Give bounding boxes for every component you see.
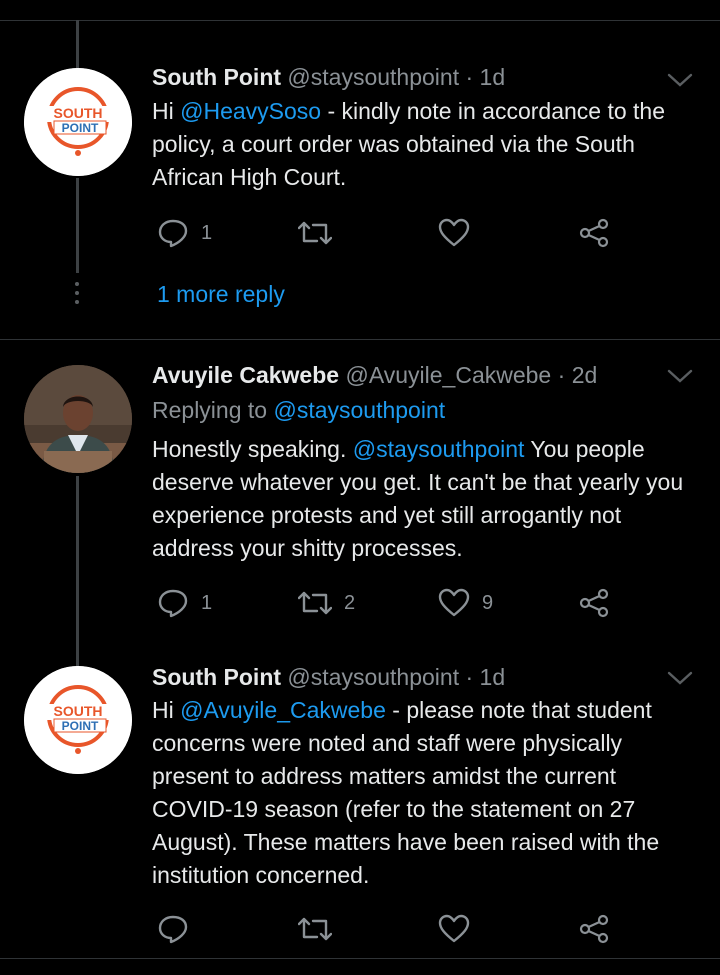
- share-button[interactable]: [578, 218, 610, 248]
- retweet-icon: [298, 591, 332, 615]
- timestamp[interactable]: 1d: [480, 64, 506, 90]
- replying-to-link[interactable]: @staysouthpoint: [273, 397, 445, 423]
- reply-button[interactable]: 1: [157, 588, 212, 618]
- tweet-text: Hi @Avuyile_Cakwebe - please note that s…: [152, 694, 700, 892]
- tweet-header: South Point @staysouthpoint · 1d: [152, 662, 505, 692]
- reply-icon: [158, 219, 188, 248]
- retweet-button[interactable]: [298, 915, 344, 943]
- tweet-header: South Point @staysouthpoint · 1d: [152, 62, 505, 92]
- logo-text-bottom: POINT: [62, 719, 99, 733]
- timestamp[interactable]: 2d: [572, 362, 598, 388]
- share-button[interactable]: [578, 914, 610, 944]
- person-photo: [24, 365, 132, 473]
- timestamp[interactable]: 1d: [480, 664, 506, 690]
- tweet-text-rest: - please note that student concerns were…: [152, 697, 660, 888]
- mention-link[interactable]: @Avuyile_Cakwebe: [180, 697, 386, 723]
- retweet-icon: [298, 917, 332, 941]
- display-name[interactable]: Avuyile Cakwebe: [152, 362, 339, 388]
- replying-to-label: Replying to: [152, 397, 274, 423]
- south-point-logo: SOUTH POINT: [24, 666, 132, 774]
- reply-count: 1: [201, 591, 213, 614]
- separator: ·: [465, 64, 474, 90]
- retweet-button[interactable]: [298, 219, 344, 247]
- tweet-text: Hi @HeavySoso - kindly note in accordanc…: [152, 95, 700, 194]
- thread-line-tweet2: [76, 476, 79, 666]
- avatar[interactable]: [24, 365, 132, 473]
- like-count: 9: [482, 591, 494, 614]
- south-point-logo: SOUTH POINT: [24, 68, 132, 176]
- thread-line-tweet1: [76, 178, 79, 273]
- retweet-icon: [298, 221, 332, 245]
- mention-link[interactable]: @staysouthpoint: [353, 436, 525, 462]
- top-divider: [0, 20, 720, 21]
- display-name[interactable]: South Point: [152, 664, 281, 690]
- share-button[interactable]: [578, 588, 610, 618]
- bottom-divider: [0, 958, 720, 959]
- section-divider: [0, 339, 720, 340]
- display-name[interactable]: South Point: [152, 64, 281, 90]
- like-icon: [438, 588, 470, 617]
- like-icon: [438, 218, 470, 247]
- thread-line-top: [76, 20, 79, 68]
- mention-link[interactable]: @HeavySoso: [180, 98, 321, 124]
- handle[interactable]: @staysouthpoint: [287, 64, 459, 90]
- like-button[interactable]: 9: [438, 588, 493, 618]
- logo-text-bottom: POINT: [62, 121, 99, 135]
- reply-button[interactable]: 1: [157, 218, 212, 248]
- reply-icon: [158, 589, 188, 618]
- avatar[interactable]: SOUTH POINT: [24, 68, 132, 176]
- chevron-down-icon[interactable]: [666, 70, 694, 90]
- logo-text-top: SOUTH: [54, 105, 103, 121]
- like-button[interactable]: [438, 218, 482, 248]
- separator: ·: [557, 362, 566, 388]
- reply-icon: [158, 915, 188, 944]
- share-icon: [579, 218, 609, 248]
- handle[interactable]: @staysouthpoint: [287, 664, 459, 690]
- share-icon: [579, 914, 609, 944]
- tweet-text-prefix: Honestly speaking.: [152, 436, 353, 462]
- share-icon: [579, 588, 609, 618]
- logo-text-top: SOUTH: [54, 703, 103, 719]
- tweet-text-prefix: Hi: [152, 98, 181, 124]
- separator: ·: [465, 664, 474, 690]
- reply-button[interactable]: [157, 914, 201, 944]
- tweet-text: Honestly speaking. @staysouthpoint You p…: [152, 433, 700, 565]
- retweet-button[interactable]: 2: [298, 589, 355, 617]
- more-replies-link[interactable]: 1 more reply: [157, 281, 285, 308]
- handle[interactable]: @Avuyile_Cakwebe: [345, 362, 551, 388]
- reply-count: 1: [201, 221, 213, 244]
- chevron-down-icon[interactable]: [666, 668, 694, 688]
- tweet-text-prefix: Hi: [152, 697, 181, 723]
- tweet-header: Avuyile Cakwebe @Avuyile_Cakwebe · 2d: [152, 360, 597, 390]
- chevron-down-icon[interactable]: [666, 366, 694, 386]
- more-replies-dots: [75, 282, 80, 309]
- retweet-count: 2: [344, 591, 356, 614]
- replying-to: Replying to @staysouthpoint: [152, 395, 445, 425]
- avatar[interactable]: SOUTH POINT: [24, 666, 132, 774]
- like-button[interactable]: [438, 914, 482, 944]
- like-icon: [438, 914, 470, 943]
